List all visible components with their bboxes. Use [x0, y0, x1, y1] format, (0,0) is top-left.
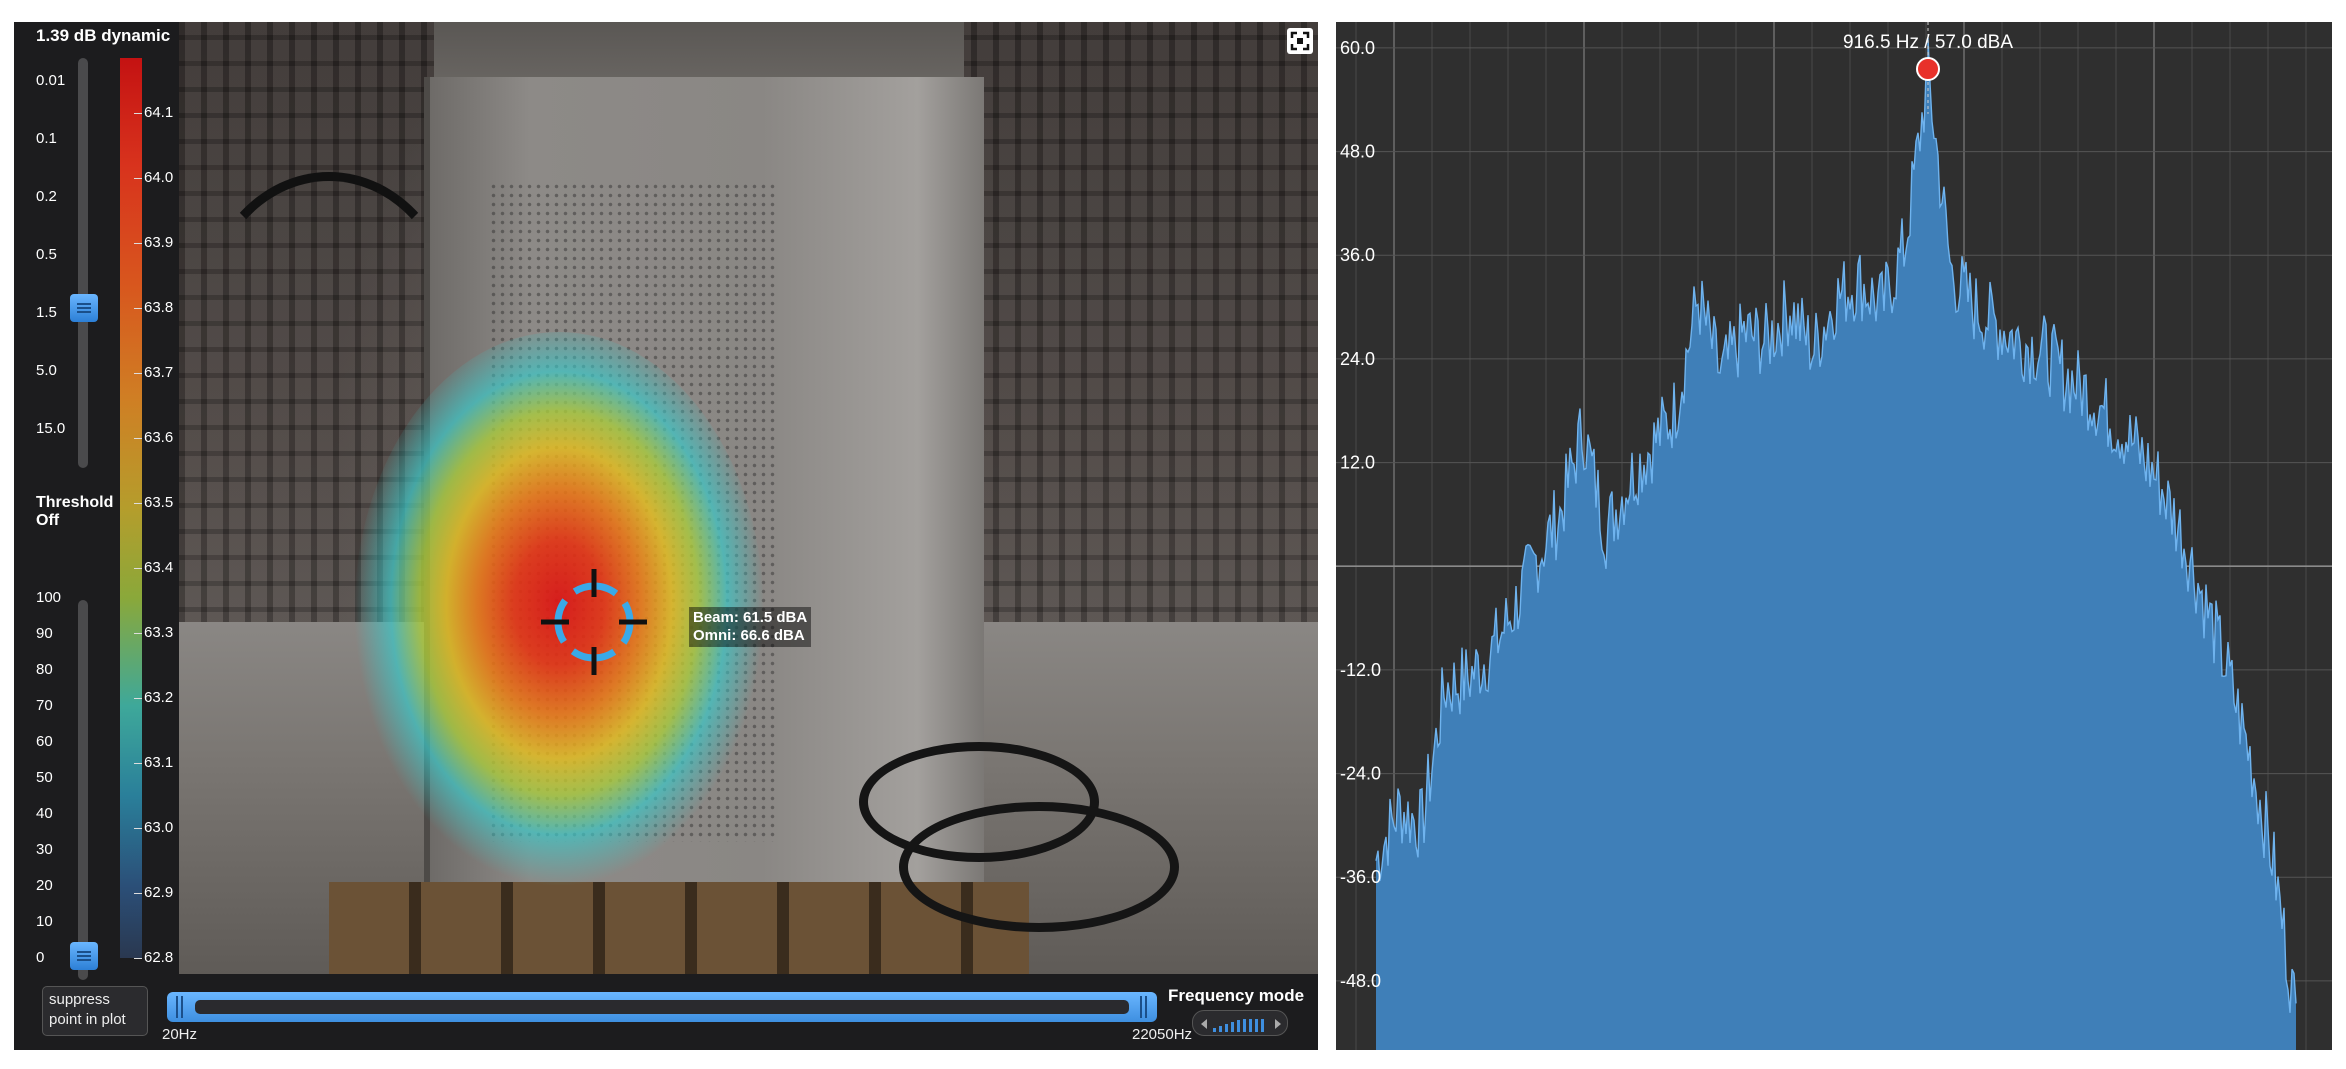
crosshair-icon[interactable] — [539, 567, 649, 677]
fullscreen-button[interactable] — [1287, 28, 1313, 54]
cb-tick: 63.9 — [133, 234, 174, 251]
cb-tick: 63.4 — [133, 559, 174, 576]
frequency-mode-icon — [1201, 1019, 1281, 1032]
measurement-label: Beam: 61.5 dBA Omni: 66.6 dBA — [689, 607, 812, 647]
color-scale-bar — [120, 58, 142, 958]
cb-tick: 63.8 — [133, 299, 174, 316]
suppress-sub-label: point in plot — [49, 1011, 126, 1028]
y-tick-label: 60.0 — [1340, 38, 1375, 58]
dyn-tick: 5.0 — [36, 362, 57, 379]
thr-tick: 100 — [36, 589, 62, 606]
y-tick-label: 12.0 — [1340, 453, 1375, 473]
cb-tick: 62.9 — [133, 884, 174, 901]
dyn-tick: 15.0 — [36, 420, 66, 437]
cb-tick: 62.8 — [133, 949, 174, 966]
thr-tick: 10 — [36, 913, 53, 930]
thr-tick: 30 — [36, 841, 53, 858]
suppress-label: suppress — [49, 991, 110, 1008]
frequency-range-track — [195, 1000, 1129, 1014]
thr-tick: 70 — [36, 697, 53, 714]
frequency-max-handle[interactable] — [1137, 996, 1151, 1018]
cb-tick: 64.0 — [133, 169, 174, 186]
grip-icon — [77, 951, 91, 953]
dyn-tick: 0.01 — [36, 72, 66, 89]
y-tick-label: -48.0 — [1340, 971, 1381, 991]
grip-icon — [77, 311, 91, 313]
omni-value: Omni: 66.6 dBA — [693, 627, 805, 644]
thr-tick: 40 — [36, 805, 53, 822]
beam-value: Beam: 61.5 dBA — [693, 609, 808, 626]
grip-icon — [77, 307, 91, 309]
frequency-max-label: 22050Hz — [1132, 1026, 1193, 1043]
dyn-tick: 1.5 — [36, 304, 57, 321]
thr-tick: 80 — [36, 661, 53, 678]
spectrum-chart-panel[interactable]: 60.0 48.0 36.0 24.0 12.0 -12.0 -24.0 -36.0 -48.0… — [1336, 22, 2332, 1050]
cb-tick: 63.7 — [133, 364, 174, 381]
frequency-min-label: 20Hz — [162, 1026, 198, 1043]
fullscreen-icon — [1290, 31, 1310, 51]
frequency-min-handle[interactable] — [173, 996, 187, 1018]
threshold-slider-thumb[interactable] — [70, 942, 98, 970]
frequency-mode-toggle[interactable] — [1192, 1010, 1288, 1036]
dynamic-slider-thumb[interactable] — [70, 294, 98, 322]
cb-tick: 63.0 — [133, 819, 174, 836]
cb-tick: 63.2 — [133, 689, 174, 706]
cb-tick: 64.1 — [133, 104, 174, 121]
cb-tick: 63.3 — [133, 624, 174, 641]
threshold-slider-track[interactable] — [78, 600, 88, 980]
cable — [899, 802, 1179, 932]
dyn-tick: 0.5 — [36, 246, 57, 263]
y-tick-label: -36.0 — [1340, 867, 1381, 887]
thr-tick: 50 — [36, 769, 53, 786]
cb-tick: 63.1 — [133, 754, 174, 771]
spectrum-chart[interactable]: 60.0 48.0 36.0 24.0 12.0 -12.0 -24.0 -36.0 -48.0… — [1336, 22, 2332, 1050]
y-axis-ticks: 60.0 48.0 36.0 24.0 12.0 -12.0 -24.0 -36.0 -48.0 — [1340, 38, 1381, 991]
threshold-title: Threshold — [36, 494, 114, 511]
dyn-tick: 0.1 — [36, 130, 57, 147]
spectrum-area — [1376, 37, 2296, 1050]
thr-tick: 0 — [36, 949, 45, 966]
thr-tick: 20 — [36, 877, 53, 894]
y-tick-label: -12.0 — [1340, 660, 1381, 680]
dyn-tick: 0.2 — [36, 188, 57, 205]
y-tick-label: 36.0 — [1340, 245, 1375, 265]
camera-image[interactable]: Beam: 61.5 dBA Omni: 66.6 dBA — [179, 22, 1318, 974]
grip-icon — [77, 959, 91, 961]
grip-icon — [77, 303, 91, 305]
frequency-mode-label: Frequency mode — [1168, 986, 1305, 1005]
thr-tick: 60 — [36, 733, 53, 750]
grip-icon — [77, 955, 91, 957]
thr-tick: 90 — [36, 625, 53, 642]
y-tick-label: -24.0 — [1340, 764, 1381, 784]
dynamic-title: 1.39 dB dynamic — [36, 26, 171, 45]
suppress-point-button[interactable]: suppress point in plot — [42, 986, 148, 1036]
peak-marker-icon[interactable] — [1916, 57, 1940, 81]
threshold-state: Off — [36, 512, 60, 529]
threshold-label: Threshold Off — [36, 494, 113, 530]
frequency-range-slider[interactable] — [167, 992, 1157, 1022]
cb-tick: 63.5 — [133, 494, 174, 511]
y-tick-label: 48.0 — [1340, 142, 1375, 162]
dynamic-slider-track[interactable] — [78, 58, 88, 468]
cb-tick: 63.6 — [133, 429, 174, 446]
peak-label: 916.5 Hz / 57.0 dBA — [1843, 32, 2013, 53]
acoustic-camera-panel: Beam: 61.5 dBA Omni: 66.6 dBA 1.39 dB dy… — [14, 22, 1318, 1050]
y-tick-label: 24.0 — [1340, 349, 1375, 369]
